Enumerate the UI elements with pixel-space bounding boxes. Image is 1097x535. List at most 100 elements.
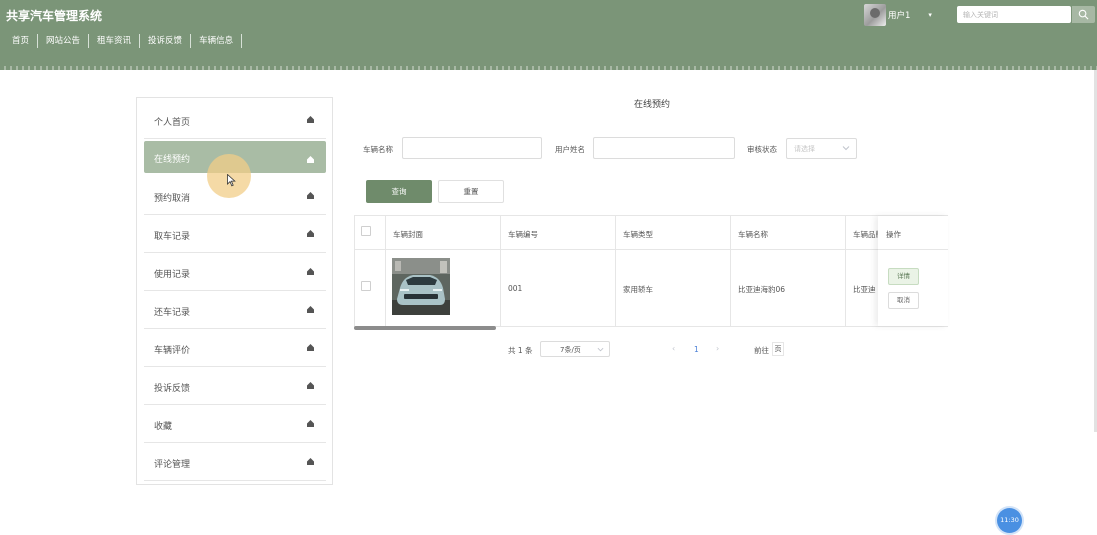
mouse-cursor-icon: [227, 174, 236, 187]
nav-divider: [190, 34, 192, 48]
actions-column: 操作 详情 取消: [878, 216, 948, 326]
booking-table: 车辆封面 车辆编号 车辆类型 车辆名称 车辆品牌 001 家用轿车 比亚迪海豹0…: [354, 215, 948, 327]
home-icon: [307, 230, 314, 237]
sidebar-item-complaints[interactable]: 投诉反馈: [144, 367, 326, 405]
chevron-down-icon[interactable]: ▾: [928, 11, 932, 19]
vehicle-name-cell: 比亚迪海豹06: [731, 250, 846, 327]
user-menu[interactable]: 用户1 ▾: [864, 4, 932, 26]
time-badge: 11:30: [997, 508, 1022, 533]
sidebar-item-label: 个人首页: [154, 118, 191, 128]
sidebar-item-label: 在线预约: [154, 155, 191, 165]
sidebar-item-label: 取车记录: [154, 232, 191, 242]
avatar[interactable]: [864, 4, 886, 26]
sidebar-item-return-records[interactable]: 还车记录: [144, 291, 326, 329]
next-page-icon[interactable]: ›: [716, 344, 719, 353]
user-name-label: 用户姓名: [555, 145, 585, 154]
vehicle-name-label: 车辆名称: [363, 145, 393, 154]
home-icon: [307, 458, 314, 465]
page-size-value: 7条/页: [560, 346, 581, 354]
table-horizontal-scrollbar[interactable]: [354, 326, 496, 330]
column-header-label: 车辆编号: [508, 230, 538, 239]
app-title: 共享汽车管理系统: [6, 9, 103, 23]
prev-page-icon[interactable]: ‹: [672, 344, 675, 353]
vehicle-name: 比亚迪海豹06: [738, 285, 786, 294]
sidebar-item-usage-records[interactable]: 使用记录: [144, 253, 326, 291]
review-status-label: 审核状态: [747, 145, 777, 154]
vehicle-type-cell: 家用轿车: [616, 250, 731, 327]
review-status-select[interactable]: 请选择: [786, 138, 857, 159]
nav-item-complaints[interactable]: 投诉反馈: [140, 33, 190, 49]
sidebar-item-label: 使用记录: [154, 270, 191, 280]
vehicle-name-input[interactable]: [402, 137, 542, 159]
pagination-total: 共 1 条: [508, 346, 533, 355]
vehicle-number: 001: [508, 284, 523, 293]
sidebar-item-comment-management[interactable]: 评论管理: [144, 443, 326, 481]
search-input[interactable]: [957, 6, 1077, 23]
reset-button[interactable]: 重置: [438, 180, 504, 203]
column-header-label: 车辆名称: [738, 230, 768, 239]
home-icon: [307, 382, 314, 389]
cancel-button[interactable]: 取消: [888, 292, 919, 309]
nav-divider: [139, 34, 141, 48]
column-header-label: 车辆类型: [623, 230, 653, 239]
nav-divider: [88, 34, 90, 48]
page-title: 在线预约: [633, 100, 670, 110]
nav-divider: [241, 34, 243, 48]
column-header-label: 操作: [886, 230, 901, 239]
header-bottom-border: [0, 66, 1097, 70]
query-button[interactable]: 查询: [366, 180, 432, 203]
top-header: 共享汽车管理系统 首页 网站公告 租车资讯 投诉反馈 车辆信息 用户1 ▾: [0, 0, 1097, 68]
select-placeholder: 请选择: [794, 145, 815, 153]
goto-label: 前往: [754, 346, 769, 355]
top-nav: 首页 网站公告 租车资讯 投诉反馈 车辆信息: [4, 33, 243, 49]
home-icon: [307, 420, 314, 427]
column-header[interactable]: 车辆类型: [616, 216, 731, 250]
select-all-header: [355, 216, 386, 250]
column-header: 操作: [878, 216, 948, 250]
home-icon: [307, 156, 314, 163]
page-size-select[interactable]: 7条/页: [540, 341, 610, 357]
sidebar-item-label: 还车记录: [154, 308, 191, 318]
vehicle-number-cell: 001: [501, 250, 616, 327]
vehicle-brand: 比亚迪: [853, 285, 876, 294]
column-header[interactable]: 车辆编号: [501, 216, 616, 250]
home-icon: [307, 268, 314, 275]
sidebar-item-label: 车辆评价: [154, 346, 191, 356]
sidebar-item-favorites[interactable]: 收藏: [144, 405, 326, 443]
search-icon: [1078, 9, 1089, 20]
chevron-down-icon: [842, 146, 850, 151]
sidebar-item-label: 预约取消: [154, 194, 191, 204]
column-header[interactable]: 车辆名称: [731, 216, 846, 250]
vehicle-type: 家用轿车: [623, 285, 653, 294]
goto-page-input[interactable]: 页: [772, 342, 784, 356]
cover-cell: [386, 250, 501, 327]
home-icon: [307, 344, 314, 351]
home-icon: [307, 306, 314, 313]
row-checkbox[interactable]: [361, 281, 371, 291]
nav-divider: [37, 34, 39, 48]
sidebar-item-vehicle-reviews[interactable]: 车辆评价: [144, 329, 326, 367]
nav-item-rental-news[interactable]: 租车资讯: [89, 33, 139, 49]
vehicle-cover-image[interactable]: [392, 258, 450, 315]
username[interactable]: 用户1: [888, 9, 910, 21]
user-name-input[interactable]: [593, 137, 735, 159]
nav-item-announcements[interactable]: 网站公告: [38, 33, 88, 49]
sidebar-item-pickup-records[interactable]: 取车记录: [144, 215, 326, 253]
row-select-cell: [355, 250, 386, 327]
detail-button[interactable]: 详情: [888, 268, 919, 285]
column-header[interactable]: 车辆封面: [386, 216, 501, 250]
page-number-current[interactable]: 1: [694, 345, 699, 354]
column-header-label: 车辆封面: [393, 230, 423, 239]
search-button[interactable]: [1072, 6, 1095, 23]
sidebar-item-label: 投诉反馈: [154, 384, 191, 394]
home-icon: [307, 192, 314, 199]
nav-item-home[interactable]: 首页: [4, 33, 37, 49]
sidebar-item-personal-home[interactable]: 个人首页: [144, 101, 326, 139]
search-box: [957, 6, 1077, 23]
chevron-down-icon: [597, 347, 604, 352]
nav-item-vehicle-info[interactable]: 车辆信息: [191, 33, 241, 49]
sidebar-item-label: 评论管理: [154, 460, 191, 470]
sidebar-item-label: 收藏: [154, 422, 173, 432]
select-all-checkbox[interactable]: [361, 226, 371, 236]
home-icon: [307, 116, 314, 123]
